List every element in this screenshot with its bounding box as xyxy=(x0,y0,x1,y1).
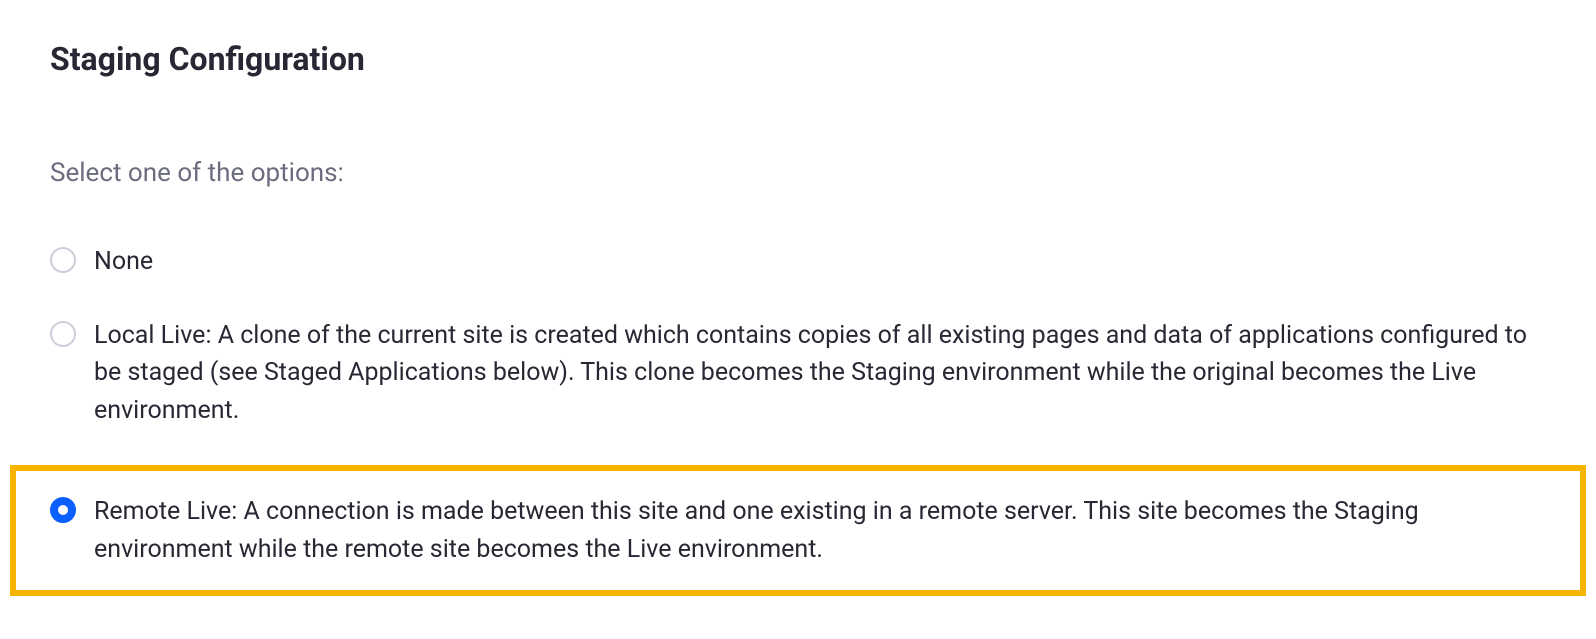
radio-label-none: None xyxy=(94,243,153,281)
radio-label-local-live: Local Live: A clone of the current site … xyxy=(94,317,1546,430)
radio-input-local-live[interactable] xyxy=(50,321,76,347)
staging-radio-group: None Local Live: A clone of the current … xyxy=(50,243,1546,596)
radio-label-remote-live: Remote Live: A connection is made betwee… xyxy=(94,493,1546,568)
radio-option-local-live[interactable]: Local Live: A clone of the current site … xyxy=(50,317,1546,430)
radio-option-none[interactable]: None xyxy=(50,243,1546,281)
page-title: Staging Configuration xyxy=(50,40,1546,78)
radio-input-none[interactable] xyxy=(50,247,76,273)
instruction-text: Select one of the options: xyxy=(50,158,1546,188)
radio-input-remote-live[interactable] xyxy=(50,497,76,523)
radio-option-remote-live[interactable]: Remote Live: A connection is made betwee… xyxy=(10,465,1586,596)
